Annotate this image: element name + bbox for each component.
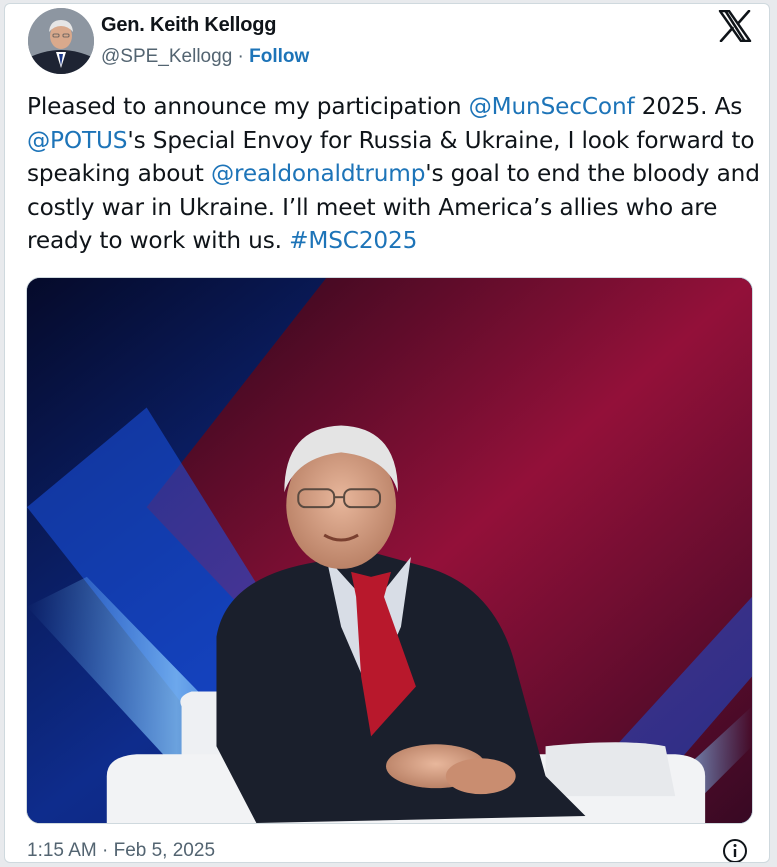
author-handle[interactable]: @SPE_Kellogg xyxy=(101,46,232,67)
tweet-text-segment: 2025. As xyxy=(634,93,743,120)
follow-button[interactable]: Follow xyxy=(249,46,309,67)
hashtag-link[interactable]: #MSC2025 xyxy=(289,227,417,254)
avatar-portrait xyxy=(28,8,94,74)
tweet-text-segment: Pleased to announce my participation xyxy=(27,93,469,120)
mention-link-potus[interactable]: @POTUS xyxy=(27,127,128,154)
tweet-timestamp[interactable]: 1:15 AM · Feb 5, 2025 xyxy=(27,840,215,862)
photo-image xyxy=(27,278,752,823)
x-logo-icon[interactable] xyxy=(718,10,752,42)
tweet-text: Pleased to announce my participation @Mu… xyxy=(27,90,762,258)
info-icon[interactable] xyxy=(721,837,749,863)
author-display-name[interactable]: Gen. Keith Kellogg xyxy=(101,14,276,37)
tweet-photo[interactable] xyxy=(26,277,753,824)
handle-separator: · xyxy=(232,46,250,67)
mention-link-munsecconf[interactable]: @MunSecConf xyxy=(469,93,635,120)
tweet-card: Gen. Keith Kellogg @SPE_Kellogg · Follow… xyxy=(4,3,770,863)
mention-link-realdonaldtrump[interactable]: @realdonaldtrump xyxy=(211,160,425,187)
author-handle-row: @SPE_Kellogg · Follow xyxy=(101,46,309,68)
avatar[interactable] xyxy=(28,8,94,74)
